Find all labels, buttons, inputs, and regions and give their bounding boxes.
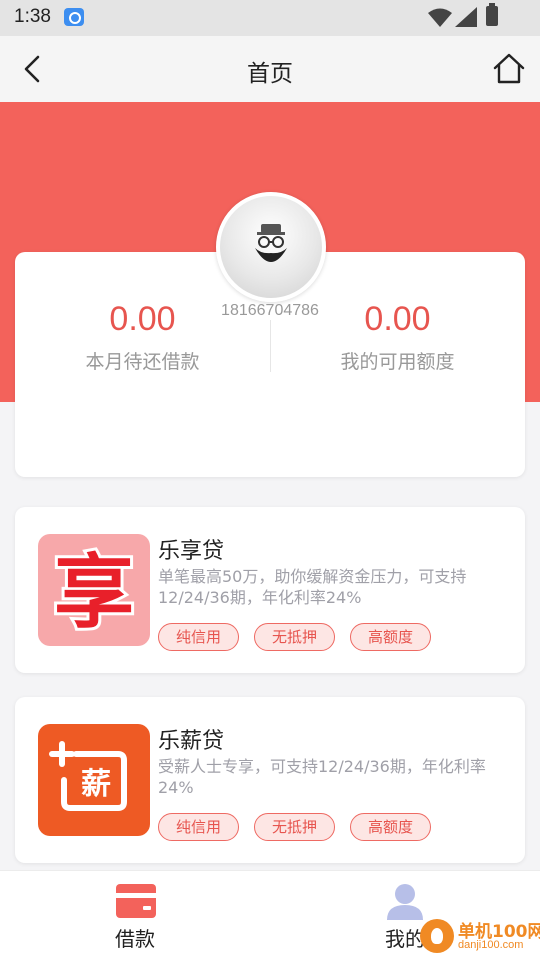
tag-credit: 纯信用 bbox=[158, 623, 239, 651]
available-credit[interactable]: 0.00 我的可用额度 bbox=[270, 300, 525, 374]
tag-no-collateral: 无抵押 bbox=[254, 623, 335, 651]
product-card-lexindai[interactable]: 薪 乐薪贷 受薪人士专享，可支持12/24/36期，年化利率24% 纯信用 无抵… bbox=[15, 697, 525, 863]
tab-loan-label: 借款 bbox=[115, 927, 155, 951]
tag-no-collateral: 无抵押 bbox=[254, 813, 335, 841]
status-time: 1:38 bbox=[14, 6, 51, 27]
signal-icon bbox=[455, 7, 477, 27]
product-name: 乐薪贷 bbox=[158, 729, 225, 754]
due-this-month-label: 本月待还借款 bbox=[85, 351, 200, 373]
status-bar: 1:38 bbox=[0, 0, 540, 36]
product-icon-glyph: 薪 bbox=[81, 767, 111, 802]
product-icon-lexiangdai: 享 bbox=[38, 534, 150, 646]
product-tags: 纯信用 无抵押 高额度 bbox=[158, 623, 446, 651]
bearded-man-icon bbox=[255, 224, 287, 262]
product-tags: 纯信用 无抵押 高额度 bbox=[158, 813, 446, 841]
product-desc: 受薪人士专享，可支持12/24/36期，年化利率24% bbox=[158, 757, 486, 797]
product-name: 乐享贷 bbox=[158, 539, 225, 564]
battery-icon bbox=[486, 3, 498, 26]
tag-high-limit: 高额度 bbox=[350, 623, 431, 651]
nav-bar: 首页 bbox=[0, 36, 540, 102]
product-desc: 单笔最高50万，助你缓解资金压力，可支持12/24/36期，年化利率24% bbox=[158, 567, 467, 607]
tag-credit: 纯信用 bbox=[158, 813, 239, 841]
watermark: 单机100网 danji100.com bbox=[420, 915, 540, 957]
card-icon bbox=[116, 884, 156, 918]
home-icon[interactable] bbox=[490, 50, 528, 88]
user-icon bbox=[387, 884, 423, 920]
watermark-url: danji100.com bbox=[458, 939, 524, 951]
product-card-lexiangdai[interactable]: 享 乐享贷 单笔最高50万，助你缓解资金压力，可支持12/24/36期，年化利率… bbox=[15, 507, 525, 673]
wifi-icon bbox=[428, 8, 452, 27]
tab-loan[interactable]: 借款 bbox=[0, 871, 270, 960]
due-this-month-value: 0.00 bbox=[109, 300, 176, 338]
avatar[interactable] bbox=[216, 192, 326, 302]
available-credit-label: 我的可用额度 bbox=[340, 351, 455, 373]
page-title: 首页 bbox=[247, 61, 293, 87]
available-credit-value: 0.00 bbox=[364, 300, 431, 338]
due-this-month[interactable]: 0.00 本月待还借款 bbox=[15, 300, 270, 374]
tag-high-limit: 高额度 bbox=[350, 813, 431, 841]
product-icon-lexindai: 薪 bbox=[38, 724, 150, 836]
app-notification-icon bbox=[64, 8, 84, 26]
watermark-logo-icon bbox=[420, 919, 454, 953]
product-icon-glyph: 享 bbox=[54, 546, 134, 639]
